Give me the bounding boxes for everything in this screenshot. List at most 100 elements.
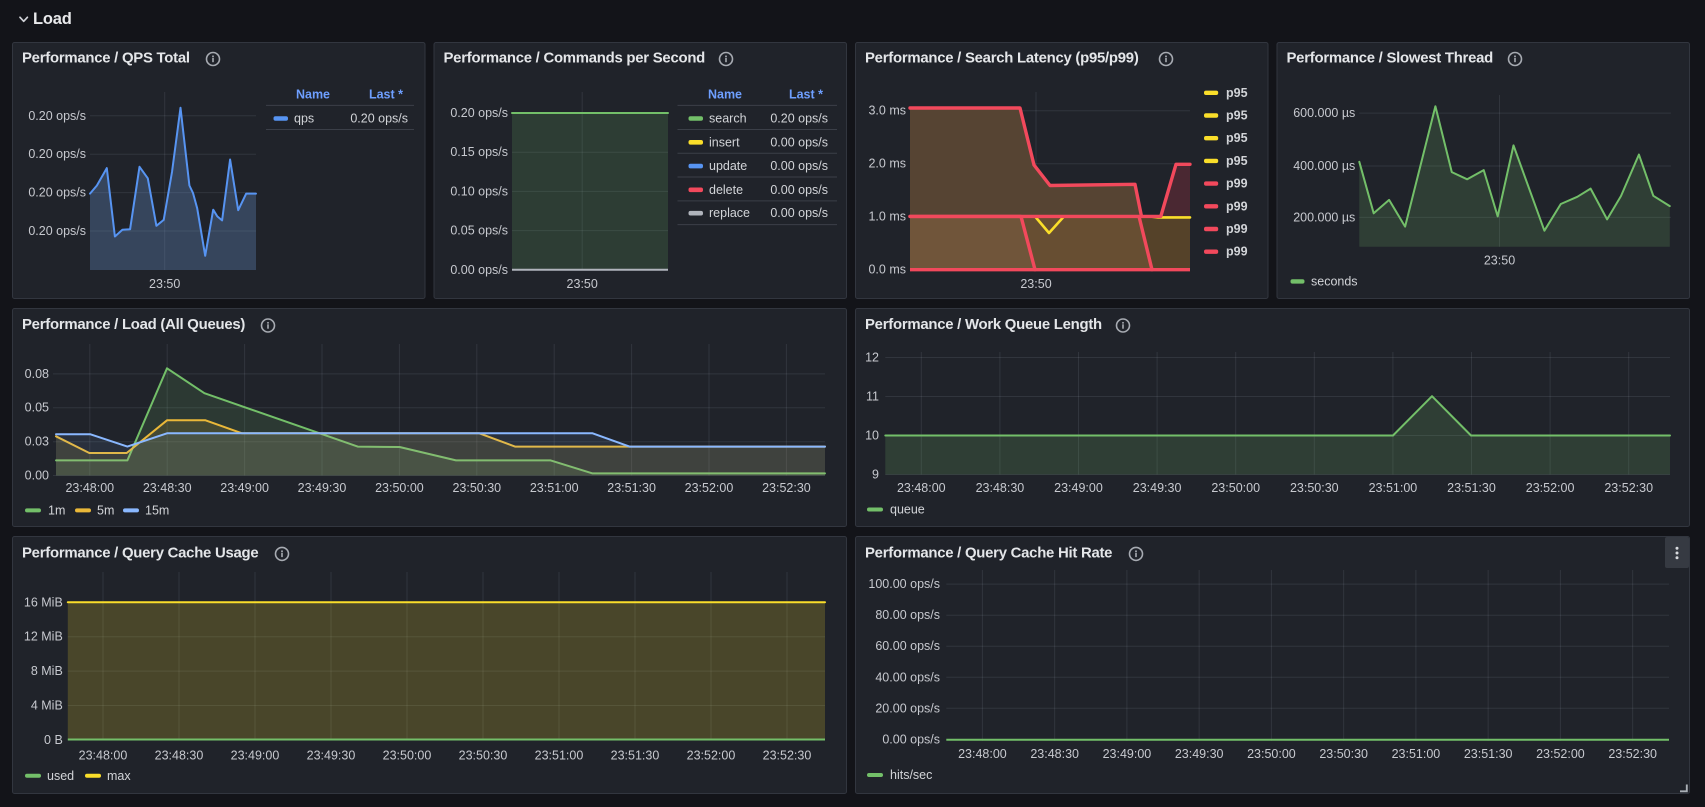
svg-text:0.00 ops/s: 0.00 ops/s bbox=[770, 206, 828, 220]
svg-text:replace: replace bbox=[709, 206, 750, 220]
svg-text:Performance / Work Queue Lengt: Performance / Work Queue Length bbox=[865, 317, 1102, 333]
svg-text:p99: p99 bbox=[1226, 199, 1248, 213]
svg-text:0.08: 0.08 bbox=[25, 367, 49, 381]
svg-text:0.15 ops/s: 0.15 ops/s bbox=[450, 145, 508, 159]
svg-text:0.20 ops/s: 0.20 ops/s bbox=[28, 224, 86, 238]
svg-text:0.20 ops/s: 0.20 ops/s bbox=[28, 186, 86, 200]
svg-text:23:49:30: 23:49:30 bbox=[298, 481, 347, 495]
svg-text:4 MiB: 4 MiB bbox=[31, 699, 63, 713]
svg-text:23:50:00: 23:50:00 bbox=[375, 481, 424, 495]
svg-text:p99: p99 bbox=[1226, 177, 1248, 191]
svg-text:23:52:00: 23:52:00 bbox=[1526, 481, 1575, 495]
svg-text:15m: 15m bbox=[145, 503, 169, 517]
svg-text:p95: p95 bbox=[1226, 131, 1248, 145]
svg-text:23:50:00: 23:50:00 bbox=[1211, 481, 1260, 495]
svg-text:12 MiB: 12 MiB bbox=[24, 630, 63, 644]
svg-text:23:50:30: 23:50:30 bbox=[1319, 747, 1368, 761]
svg-text:max: max bbox=[107, 769, 131, 783]
svg-text:0.00 ops/s: 0.00 ops/s bbox=[770, 183, 828, 197]
svg-text:23:51:30: 23:51:30 bbox=[607, 481, 656, 495]
svg-text:p95: p95 bbox=[1226, 109, 1248, 123]
svg-text:delete: delete bbox=[709, 183, 743, 197]
svg-text:600.000 µs: 600.000 µs bbox=[1293, 106, 1355, 120]
svg-text:23:52:30: 23:52:30 bbox=[1608, 747, 1657, 761]
svg-text:60.00 ops/s: 60.00 ops/s bbox=[875, 639, 940, 653]
svg-text:seconds: seconds bbox=[1311, 274, 1358, 288]
svg-text:0.20 ops/s: 0.20 ops/s bbox=[450, 106, 508, 120]
svg-text:Load: Load bbox=[33, 10, 72, 28]
svg-text:23:50:00: 23:50:00 bbox=[1247, 747, 1296, 761]
svg-text:20.00 ops/s: 20.00 ops/s bbox=[875, 701, 940, 715]
svg-text:23:51:00: 23:51:00 bbox=[535, 749, 584, 763]
svg-text:23:49:00: 23:49:00 bbox=[231, 749, 280, 763]
svg-text:400.000 µs: 400.000 µs bbox=[1293, 159, 1355, 173]
svg-text:40.00 ops/s: 40.00 ops/s bbox=[875, 670, 940, 684]
svg-text:0.00 ops/s: 0.00 ops/s bbox=[882, 732, 940, 746]
svg-text:Performance / Load (All Queues: Performance / Load (All Queues) bbox=[22, 317, 245, 333]
svg-text:0.00 ops/s: 0.00 ops/s bbox=[770, 135, 828, 149]
svg-text:hits/sec: hits/sec bbox=[890, 768, 932, 782]
svg-text:23:48:30: 23:48:30 bbox=[155, 749, 204, 763]
svg-text:23:51:00: 23:51:00 bbox=[1369, 481, 1418, 495]
svg-text:23:50:30: 23:50:30 bbox=[452, 481, 501, 495]
svg-text:queue: queue bbox=[890, 503, 925, 517]
svg-text:p99: p99 bbox=[1226, 222, 1248, 236]
svg-text:16 MiB: 16 MiB bbox=[24, 595, 63, 609]
svg-text:0.10 ops/s: 0.10 ops/s bbox=[450, 184, 508, 198]
svg-text:0.20 ops/s: 0.20 ops/s bbox=[770, 112, 828, 126]
svg-text:Last *: Last * bbox=[789, 88, 823, 102]
svg-text:0.0 ms: 0.0 ms bbox=[868, 263, 906, 277]
svg-text:23:52:00: 23:52:00 bbox=[1536, 747, 1585, 761]
svg-text:23:49:00: 23:49:00 bbox=[220, 481, 269, 495]
svg-text:Last *: Last * bbox=[369, 88, 403, 102]
svg-text:1m: 1m bbox=[48, 503, 65, 517]
svg-text:0 B: 0 B bbox=[44, 733, 63, 747]
svg-text:23:50: 23:50 bbox=[1484, 253, 1515, 267]
svg-text:update: update bbox=[709, 159, 747, 173]
svg-text:0.03: 0.03 bbox=[25, 435, 49, 449]
svg-text:23:48:30: 23:48:30 bbox=[976, 481, 1025, 495]
svg-text:23:49:30: 23:49:30 bbox=[1133, 481, 1182, 495]
svg-text:23:50:00: 23:50:00 bbox=[383, 749, 432, 763]
svg-text:0.05: 0.05 bbox=[25, 401, 49, 415]
svg-text:100.00 ops/s: 100.00 ops/s bbox=[868, 577, 940, 591]
svg-text:Performance / QPS Total: Performance / QPS Total bbox=[22, 51, 190, 67]
svg-text:200.000 µs: 200.000 µs bbox=[1293, 210, 1355, 224]
svg-text:10: 10 bbox=[865, 429, 879, 443]
svg-text:23:51:00: 23:51:00 bbox=[1392, 747, 1441, 761]
svg-text:23:52:30: 23:52:30 bbox=[762, 481, 811, 495]
svg-text:p99: p99 bbox=[1226, 245, 1248, 259]
svg-text:11: 11 bbox=[866, 390, 879, 404]
svg-text:23:49:30: 23:49:30 bbox=[1175, 747, 1224, 761]
svg-text:2.0 ms: 2.0 ms bbox=[868, 157, 906, 171]
svg-text:0.00 ops/s: 0.00 ops/s bbox=[450, 263, 508, 277]
svg-text:Name: Name bbox=[296, 88, 330, 102]
svg-text:used: used bbox=[47, 769, 74, 783]
svg-text:Performance / Commands per Sec: Performance / Commands per Second bbox=[444, 51, 706, 67]
svg-text:p95: p95 bbox=[1226, 154, 1248, 168]
svg-text:Performance / Query Cache Usag: Performance / Query Cache Usage bbox=[22, 545, 258, 561]
svg-text:0.00: 0.00 bbox=[25, 469, 49, 483]
svg-text:23:48:30: 23:48:30 bbox=[143, 481, 192, 495]
svg-text:23:52:30: 23:52:30 bbox=[1604, 481, 1653, 495]
svg-text:0.20 ops/s: 0.20 ops/s bbox=[28, 147, 86, 161]
svg-text:23:52:00: 23:52:00 bbox=[687, 749, 736, 763]
svg-text:12: 12 bbox=[865, 351, 879, 365]
svg-text:23:49:00: 23:49:00 bbox=[1103, 747, 1152, 761]
svg-text:23:51:30: 23:51:30 bbox=[611, 749, 660, 763]
svg-text:Name: Name bbox=[708, 88, 742, 102]
svg-text:23:52:30: 23:52:30 bbox=[763, 749, 812, 763]
svg-text:23:50: 23:50 bbox=[1020, 277, 1051, 291]
svg-text:search: search bbox=[709, 112, 747, 126]
svg-text:23:48:00: 23:48:00 bbox=[65, 481, 114, 495]
svg-text:23:52:00: 23:52:00 bbox=[685, 481, 734, 495]
svg-text:0.20 ops/s: 0.20 ops/s bbox=[28, 109, 86, 123]
svg-text:23:50: 23:50 bbox=[567, 277, 598, 291]
svg-text:23:49:30: 23:49:30 bbox=[307, 749, 356, 763]
svg-text:23:51:30: 23:51:30 bbox=[1447, 481, 1496, 495]
svg-text:1.0 ms: 1.0 ms bbox=[868, 210, 906, 224]
svg-text:5m: 5m bbox=[97, 503, 114, 517]
svg-text:23:50: 23:50 bbox=[149, 277, 180, 291]
svg-text:23:51:00: 23:51:00 bbox=[530, 481, 579, 495]
svg-text:80.00 ops/s: 80.00 ops/s bbox=[875, 608, 940, 622]
